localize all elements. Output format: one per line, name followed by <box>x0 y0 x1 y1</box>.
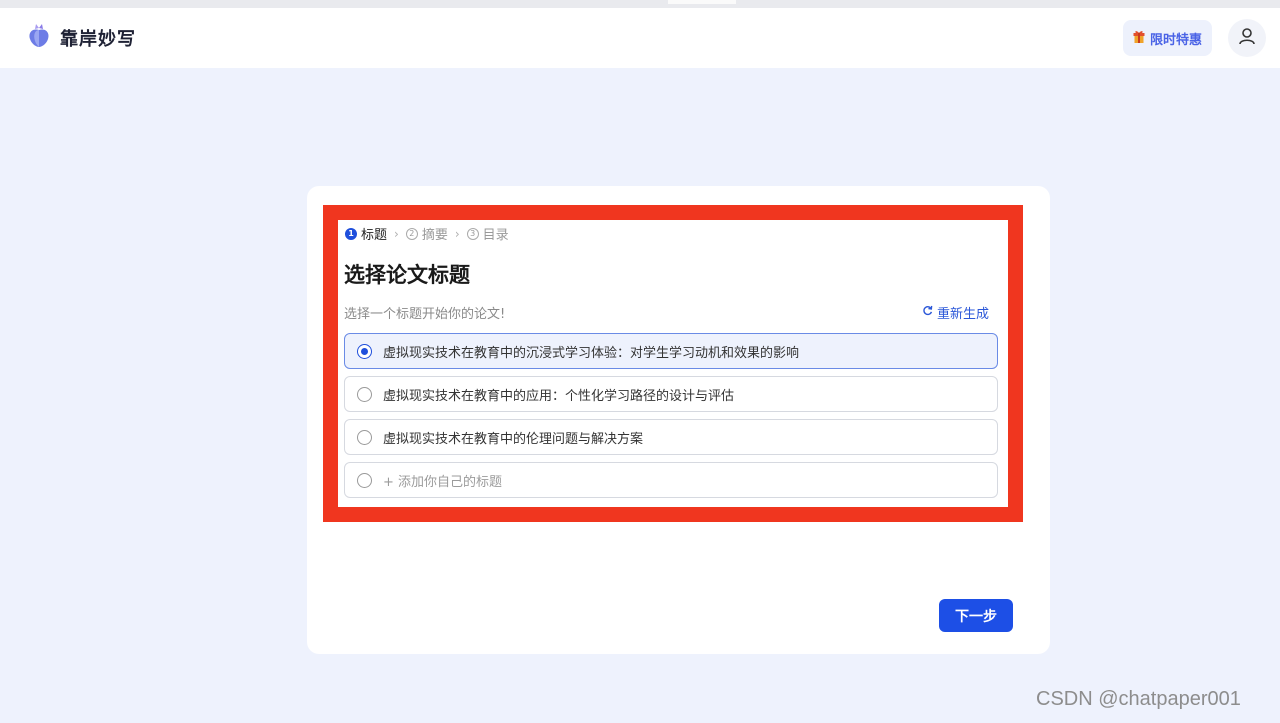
radio-button[interactable] <box>357 386 372 402</box>
brand-name: 靠岸妙写 <box>60 29 136 50</box>
option-label: 虚拟现实技术在教育中的应用：个性化学习路径的设计与评估 <box>383 388 735 404</box>
user-icon <box>1237 26 1257 50</box>
next-step-button[interactable]: 下一步 <box>939 599 1013 632</box>
watermark: CSDN @chatpaper001 <box>1036 688 1241 710</box>
title-option-2[interactable]: 虚拟现实技术在教育中的应用：个性化学习路径的设计与评估 <box>344 376 998 412</box>
user-avatar-button[interactable] <box>1228 19 1266 57</box>
promo-button[interactable]: 限时特惠 <box>1122 20 1212 56</box>
app-header: 靠岸妙写 限时特惠 <box>0 8 1280 68</box>
browser-tab <box>668 0 736 4</box>
page-subtitle: 选择一个标题开始你的论文! <box>344 307 506 322</box>
browser-top-strip <box>0 0 1280 8</box>
step-label: 摘要 <box>421 228 448 243</box>
step-label: 目录 <box>482 228 509 243</box>
add-custom-title-option[interactable]: + 添加你自己的标题 <box>344 462 998 498</box>
title-option-1[interactable]: 虚拟现实技术在教育中的沉浸式学习体验：对学生学习动机和效果的影响 <box>344 333 998 369</box>
option-label: 虚拟现实技术在教育中的沉浸式学习体验：对学生学习动机和效果的影响 <box>383 345 800 361</box>
promo-label: 限时特惠 <box>1149 32 1202 48</box>
radio-button[interactable] <box>357 343 372 359</box>
option-label: 虚拟现实技术在教育中的伦理问题与解决方案 <box>383 431 644 447</box>
step-breadcrumb: 1 标题 › 2 摘要 › 3 目录 <box>345 224 509 243</box>
brand-logo-icon <box>28 24 50 52</box>
step-number: 2 <box>405 227 418 240</box>
regenerate-label: 重新生成 <box>937 307 990 322</box>
gift-icon <box>1133 30 1145 47</box>
step-outline[interactable]: 3 目录 <box>466 224 509 243</box>
chevron-right-icon: › <box>454 226 460 241</box>
regenerate-button[interactable]: 重新生成 <box>922 303 989 322</box>
step-number: 1 <box>345 227 357 240</box>
radio-button[interactable] <box>357 472 372 488</box>
title-option-3[interactable]: 虚拟现实技术在教育中的伦理问题与解决方案 <box>344 419 998 455</box>
add-title-input[interactable]: + 添加你自己的标题 <box>383 471 502 490</box>
step-number: 3 <box>466 227 479 240</box>
refresh-icon <box>922 305 933 320</box>
page-title: 选择论文标题 <box>344 263 470 287</box>
brand[interactable]: 靠岸妙写 <box>28 24 136 52</box>
step-label: 标题 <box>361 228 388 243</box>
chevron-right-icon: › <box>394 226 399 241</box>
radio-button[interactable] <box>357 429 372 445</box>
step-title[interactable]: 1 标题 <box>345 224 387 243</box>
step-abstract[interactable]: 2 摘要 <box>405 224 448 243</box>
